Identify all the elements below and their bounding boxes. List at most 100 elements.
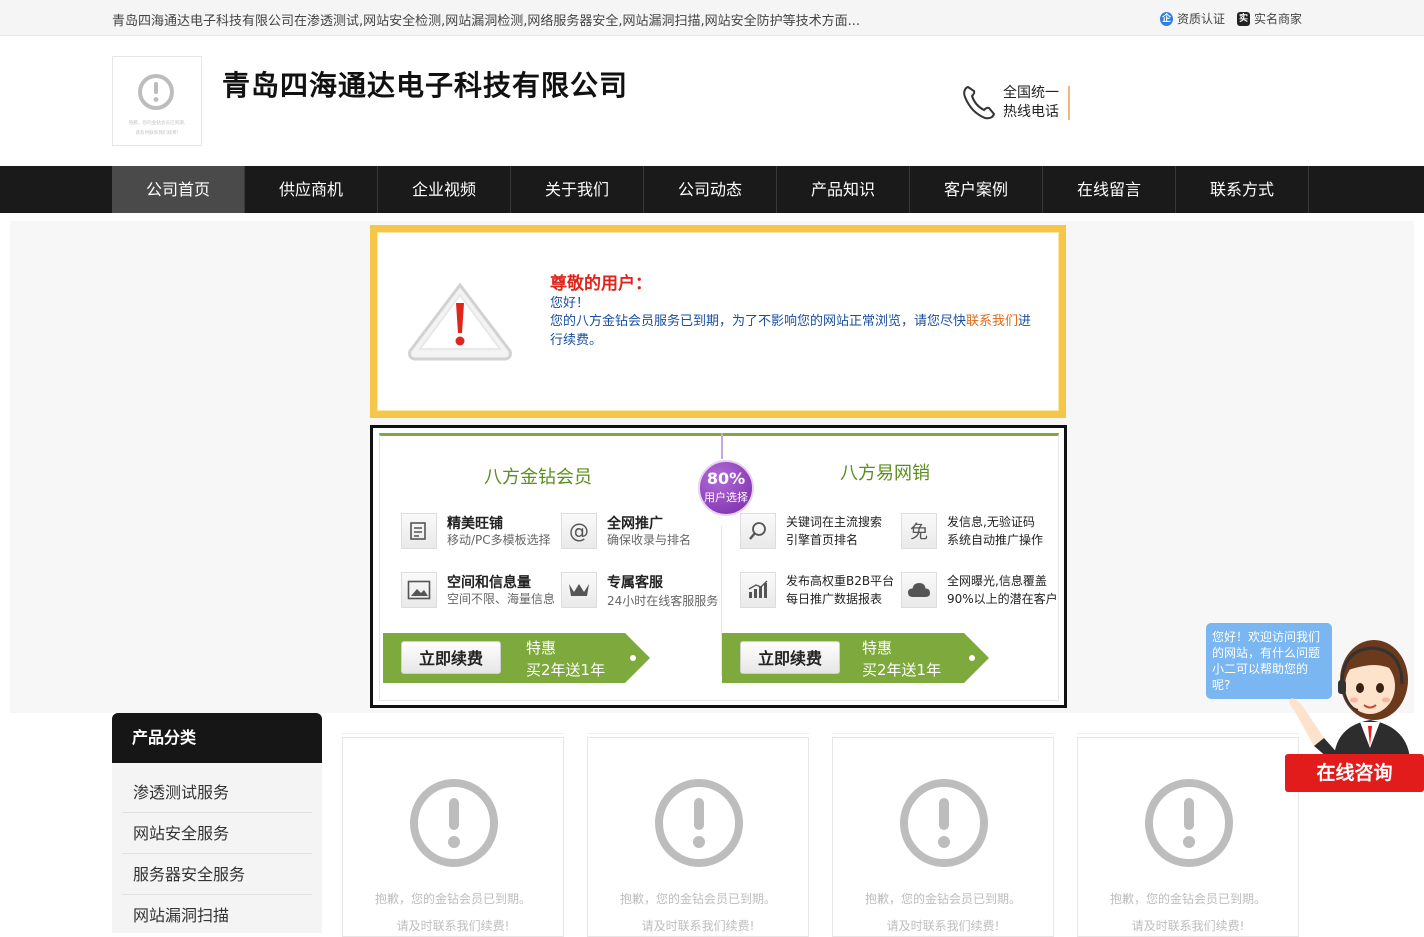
alert-triangle-icon xyxy=(408,282,512,361)
nav-item-supply[interactable]: 供应商机 xyxy=(245,166,378,213)
customer-service-avatar-icon[interactable] xyxy=(1284,628,1424,758)
feature-line1: 发布高权重B2B平台 xyxy=(786,574,895,588)
qualification-badge[interactable]: 企 资质认证 xyxy=(1160,10,1225,27)
warning-icon xyxy=(1145,779,1233,867)
warning-icon xyxy=(410,779,498,867)
real-name-label: 实名商家 xyxy=(1254,12,1303,26)
renew-message: 请及时联系我们续费! xyxy=(641,919,755,933)
svg-text:抱歉，您的金钻会员已到期,: 抱歉，您的金钻会员已到期, xyxy=(129,119,186,126)
feature-line2: 引擎首页排名 xyxy=(786,533,859,547)
membership-promo: 八方金钻会员 八方易网销 80% 用户选择 精美旺铺 移动/PC多模板选择 @ … xyxy=(370,425,1067,708)
notice-message: 您的八方金钻会员服务已到期，为了不影响您的网站正常浏览，请您尽快联系我们进行续费… xyxy=(550,312,1040,350)
image-icon xyxy=(401,572,437,608)
diamond-member-title: 八方金钻会员 xyxy=(484,467,592,488)
nav-item-message[interactable]: 在线留言 xyxy=(1043,166,1176,213)
category-item[interactable]: 渗透测试服务 xyxy=(122,773,312,813)
special-label: 特惠 xyxy=(526,639,557,657)
feature-subtitle: 移动/PC多模板选择 xyxy=(447,533,551,547)
qualification-label: 资质认证 xyxy=(1177,12,1226,26)
category-item[interactable]: 网站安全服务 xyxy=(122,814,312,854)
renew-message: 请及时联系我们续费! xyxy=(1131,919,1245,933)
notice-message-text: 您的八方金钻会员服务已到期，为了不影响您的网站正常浏览，请您尽快 xyxy=(550,314,967,329)
nav-item-contact[interactable]: 联系方式 xyxy=(1176,166,1309,213)
renew-strip-right: 立即续费 特惠 买2年送1年 xyxy=(722,633,989,683)
warning-icon xyxy=(655,779,743,867)
renew-message: 请及时联系我们续费! xyxy=(396,919,510,933)
nav-item-about[interactable]: 关于我们 xyxy=(511,166,644,213)
expired-notice: 尊敬的用户： 您好！ 您的八方金钻会员服务已到期，为了不影响您的网站正常浏览，请… xyxy=(370,225,1066,418)
feature-line2: 每日推广数据报表 xyxy=(786,592,883,606)
cloud-icon xyxy=(901,572,937,608)
product-category-list: 渗透测试服务 网站安全服务 服务器安全服务 网站漏洞扫描 xyxy=(112,763,322,933)
feature-title: 全网推广 xyxy=(607,516,663,532)
contact-us-link[interactable]: 联系我们 xyxy=(966,314,1018,329)
chart-icon xyxy=(740,572,776,608)
company-name: 青岛四海通达电子科技有限公司 xyxy=(222,69,629,102)
category-item[interactable]: 服务器安全服务 xyxy=(122,855,312,895)
feature-line2: 系统自动推广操作 xyxy=(947,533,1044,547)
company-description: 青岛四海通达电子科技有限公司在渗透测试,网站安全检测,网站漏洞检测,网络服务器安… xyxy=(112,14,861,29)
notice-title: 尊敬的用户： xyxy=(550,274,652,294)
badge-subtitle: 用户选择 xyxy=(704,491,748,504)
real-name-icon: 实 xyxy=(1237,11,1250,26)
shop-icon xyxy=(401,513,437,549)
at-icon: @ xyxy=(561,513,597,549)
badge-percent: 80% xyxy=(706,469,746,488)
special-offer: 买2年送1年 xyxy=(862,661,942,679)
renew-strip-left: 立即续费 特惠 买2年送1年 xyxy=(383,633,650,683)
main-nav: 公司首页 供应商机 企业视频 关于我们 公司动态 产品知识 客户案例 在线留言 … xyxy=(0,166,1424,213)
feature-title: 精美旺铺 xyxy=(447,516,503,532)
nav-item-cases[interactable]: 客户案例 xyxy=(910,166,1043,213)
warning-icon xyxy=(900,779,988,867)
free-icon: 免 xyxy=(901,513,937,549)
expired-message: 抱歉，您的金钻会员已到期。 xyxy=(619,892,776,906)
nav-item-knowledge[interactable]: 产品知识 xyxy=(777,166,910,213)
easy-marketing-title: 八方易网销 xyxy=(840,463,930,484)
renew-special: 特惠 买2年送1年 xyxy=(526,637,605,681)
renew-button[interactable]: 立即续费 xyxy=(401,641,501,674)
online-consult-button[interactable]: 在线咨询 xyxy=(1285,754,1424,792)
renew-message: 请及时联系我们续费! xyxy=(886,919,1000,933)
feature-line1: 发信息,无验证码 xyxy=(947,515,1035,529)
crown-icon xyxy=(561,572,597,608)
notice-greeting: 您好！ xyxy=(550,296,590,311)
expired-message: 抱歉，您的金钻会员已到期。 xyxy=(374,892,531,906)
hotline-divider xyxy=(1068,86,1070,120)
category-item[interactable]: 网站漏洞扫描 xyxy=(122,896,312,936)
product-card[interactable]: 抱歉，您的金钻会员已到期。 请及时联系我们续费! xyxy=(587,737,809,937)
expired-message: 抱歉，您的金钻会员已到期。 xyxy=(864,892,1021,906)
feature-title: 专属客服 xyxy=(607,575,663,591)
feature-subtitle: 确保收录与排名 xyxy=(607,533,692,547)
renew-button[interactable]: 立即续费 xyxy=(740,641,840,674)
product-category-title: 产品分类 xyxy=(112,713,322,763)
feature-subtitle: 24小时在线客服服务 xyxy=(607,594,719,608)
product-card[interactable]: 抱歉，您的金钻会员已到期。 请及时联系我们续费! xyxy=(832,737,1054,937)
special-label: 特惠 xyxy=(862,639,893,657)
feature-line1: 全网曝光,信息覆盖 xyxy=(947,574,1047,588)
nav-item-video[interactable]: 企业视频 xyxy=(378,166,511,213)
special-offer: 买2年送1年 xyxy=(526,661,606,679)
certified-icon: 企 xyxy=(1160,11,1173,26)
hotline-line1: 全国统一 xyxy=(1003,85,1059,101)
user-choice-badge: 80% 用户选择 xyxy=(698,460,754,516)
company-logo[interactable]: 抱歉，您的金钻会员已到期, 请及时联系我们续费! xyxy=(112,56,202,146)
feature-title: 空间和信息量 xyxy=(447,575,531,591)
phone-icon xyxy=(963,85,996,120)
hotline-label: 全国统一 热线电话 xyxy=(1003,84,1059,122)
product-card[interactable]: 抱歉，您的金钻会员已到期。 请及时联系我们续费! xyxy=(342,737,564,937)
badge-string xyxy=(721,433,723,459)
feature-line2: 90%以上的潜在客户 xyxy=(947,592,1058,606)
warning-icon: 抱歉，您的金钻会员已到期, 请及时联系我们续费! xyxy=(129,74,186,136)
svg-text:请及时联系我们续费!: 请及时联系我们续费! xyxy=(135,129,178,136)
nav-item-news[interactable]: 公司动态 xyxy=(644,166,777,213)
hotline-line2: 热线电话 xyxy=(1003,104,1059,120)
feature-line1: 关键词在主流搜索 xyxy=(786,515,883,529)
svg-text:@: @ xyxy=(569,519,589,543)
nav-item-home[interactable]: 公司首页 xyxy=(112,166,245,213)
top-bar: 青岛四海通达电子科技有限公司在渗透测试,网站安全检测,网站漏洞检测,网络服务器安… xyxy=(0,0,1424,36)
feature-subtitle: 空间不限、海量信息 xyxy=(447,592,556,606)
renew-special: 特惠 买2年送1年 xyxy=(862,637,941,681)
product-card[interactable]: 抱歉，您的金钻会员已到期。 请及时联系我们续费! xyxy=(1077,737,1299,937)
magnifier-icon xyxy=(740,513,776,549)
real-name-badge[interactable]: 实 实名商家 xyxy=(1237,10,1302,27)
